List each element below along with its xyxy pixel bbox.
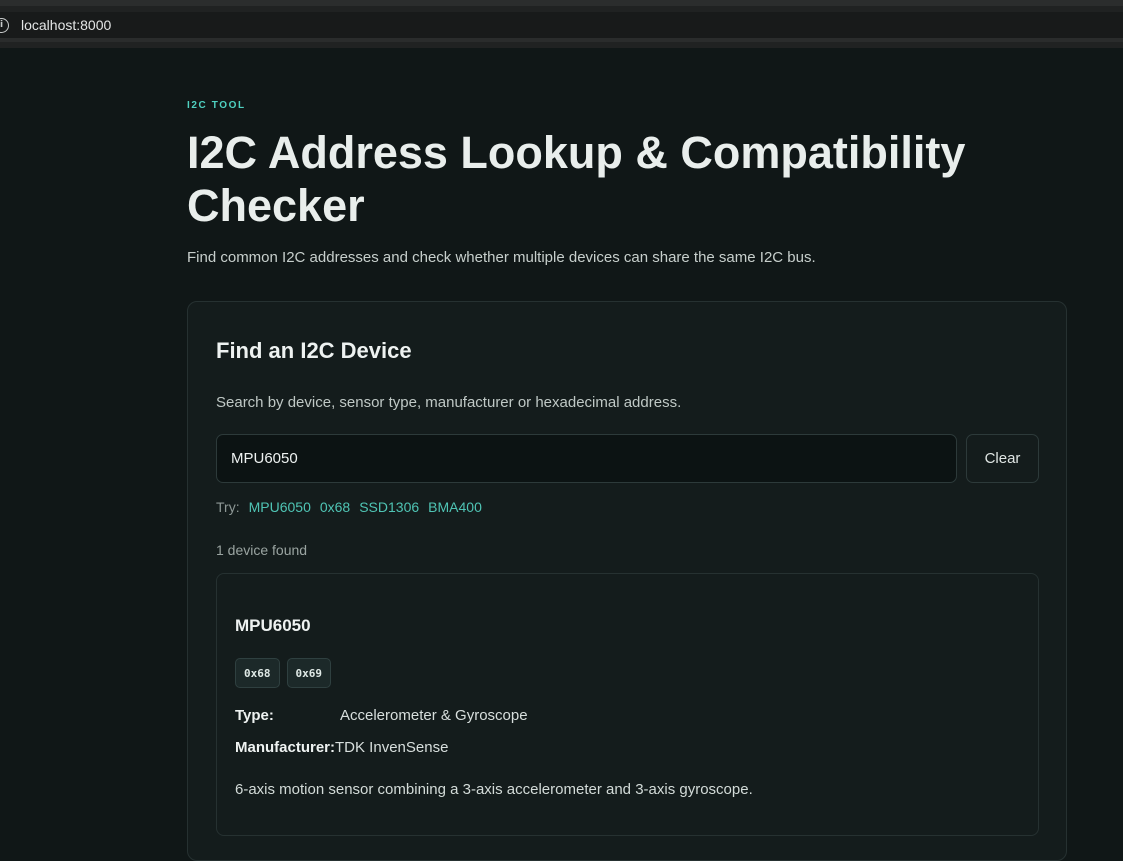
finder-title: Find an I2C Device — [216, 338, 412, 363]
suggestion-mpu6050[interactable]: MPU6050 — [249, 499, 311, 515]
clear-button[interactable]: Clear — [966, 434, 1039, 483]
address-badges: 0x68 0x69 — [235, 658, 331, 688]
result-count: 1 device found — [216, 542, 308, 558]
info-icon[interactable]: i — [0, 17, 9, 33]
suggestion-row: Try: MPU6050 0x68 SSD1306 BMA400 — [216, 499, 482, 515]
eyebrow-label: I2C TOOL — [187, 100, 246, 111]
manufacturer-label: Manufacturer: — [235, 739, 336, 756]
device-finder-card: Find an I2C Device Search by device, sen… — [187, 301, 1067, 861]
device-result-card: MPU6050 0x68 0x69 Type: Accelerometer & G… — [216, 573, 1039, 836]
finder-description: Search by device, sensor type, manufactu… — [216, 394, 682, 411]
address-badge: 0x69 — [286, 658, 331, 688]
type-row: Type: Accelerometer & Gyroscope — [235, 707, 528, 724]
address-badge: 0x68 — [235, 658, 280, 688]
device-name: MPU6050 — [235, 616, 311, 635]
suggestion-ssd1306[interactable]: SSD1306 — [359, 499, 419, 515]
browser-toolbar: i localhost:8000 — [0, 0, 1123, 48]
page: I2C TOOL I2C Address Lookup & Compatibil… — [0, 48, 1123, 861]
suggestion-0x68[interactable]: 0x68 — [320, 499, 350, 515]
type-label: Type: — [235, 707, 274, 724]
page-title: I2C Address Lookup & Compatibility Check… — [187, 127, 966, 231]
device-description: 6-axis motion sensor combining a 3-axis … — [235, 781, 753, 798]
page-subtitle: Find common I2C addresses and check whet… — [187, 249, 816, 266]
manufacturer-row: Manufacturer:TDK InvenSense — [235, 739, 448, 756]
url-text[interactable]: localhost:8000 — [21, 17, 111, 33]
try-label: Try: — [216, 499, 240, 515]
manufacturer-value: TDK InvenSense — [335, 739, 449, 756]
search-input[interactable] — [216, 434, 957, 483]
type-value: Accelerometer & Gyroscope — [340, 707, 528, 724]
suggestion-bma400[interactable]: BMA400 — [428, 499, 482, 515]
address-bar[interactable]: i localhost:8000 — [0, 12, 1123, 42]
